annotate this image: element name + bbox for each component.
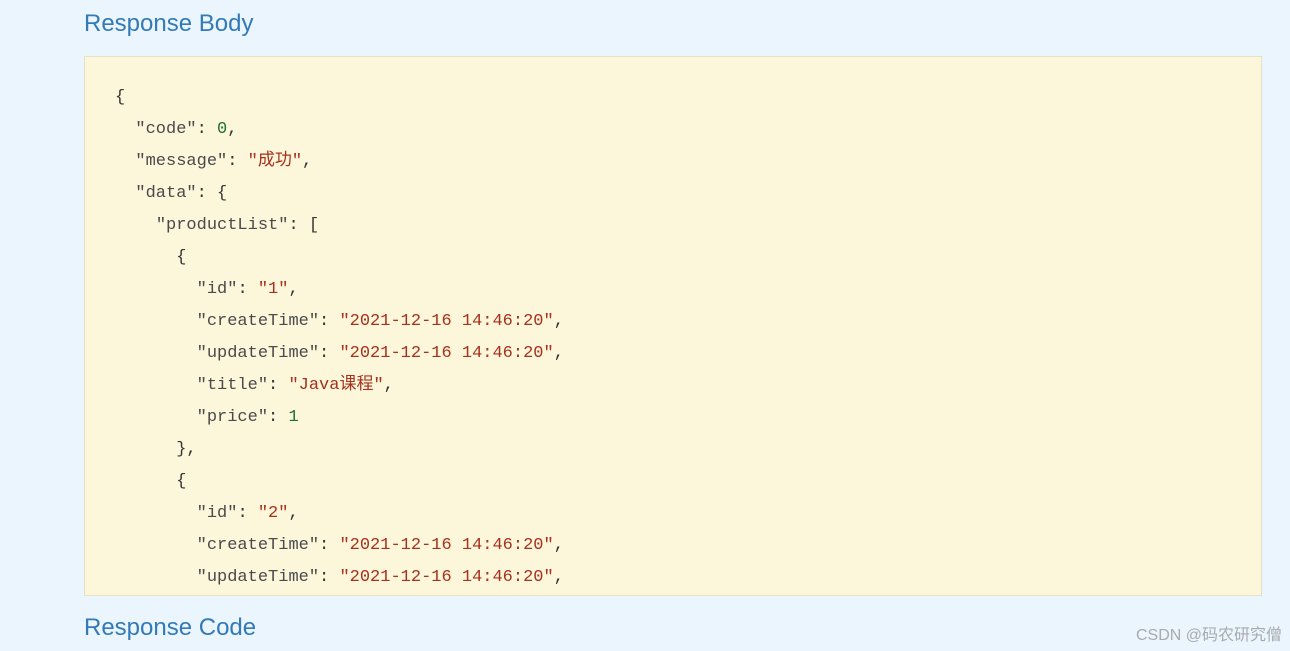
response-body-content[interactable]: { "code": 0, "message": "成功", "data": { …	[84, 56, 1262, 596]
swagger-response-panel: Response Body { "code": 0, "message": "成…	[0, 0, 1290, 642]
json-output: { "code": 0, "message": "成功", "data": { …	[115, 82, 1231, 594]
response-body-wrap: { "code": 0, "message": "成功", "data": { …	[84, 56, 1262, 596]
response-body-title: Response Body	[84, 10, 1262, 38]
response-code-title: Response Code	[84, 614, 1262, 642]
